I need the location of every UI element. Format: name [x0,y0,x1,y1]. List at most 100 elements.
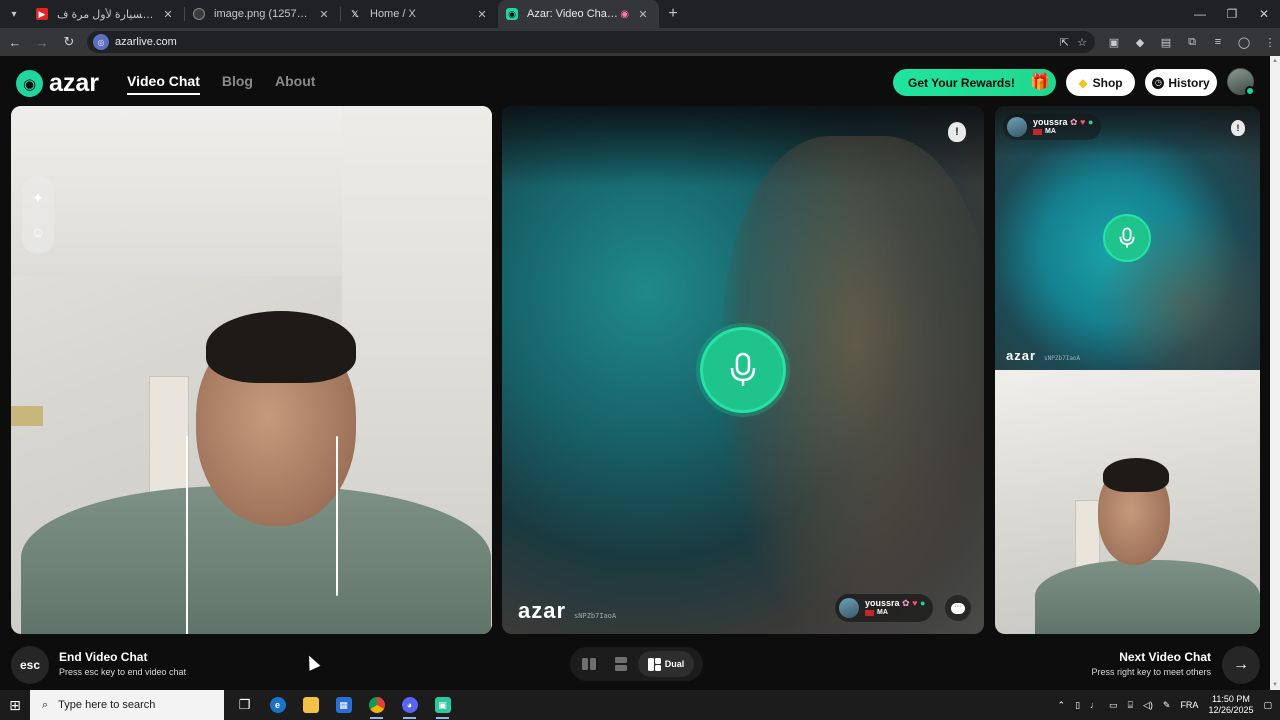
watermark-logo: azar [518,598,567,623]
windows-start-icon[interactable]: ⊞ [0,697,30,714]
browser-toolbar: ← → ↻ ◎ azarlive.com ⇱ ☆ ▣ ◆ ▤ ⧉ ≡ ◯ ⋮ [0,28,1280,56]
notification-icon[interactable]: ▢ [1263,700,1272,711]
tab-close-icon[interactable]: ✕ [316,8,332,21]
chat-button[interactable]: ··· [945,595,971,621]
browser-tab[interactable]: ▶ فيرونيكا ساقة السيارة لأول مرة ف ✕ [28,0,184,28]
puzzle-icon[interactable]: ⧉ [1185,36,1199,49]
new-tab-button[interactable]: + [659,5,687,23]
edge-icon[interactable]: e [265,690,290,720]
partner-country: MA [1045,128,1056,135]
reading-list-icon[interactable]: ≡ [1211,36,1225,49]
partner-name: youssra [1033,117,1068,127]
microphone-icon [730,352,756,386]
effects-toolbar: ✦ ☺ [22,176,54,254]
layout-side-by-side-button[interactable] [574,651,604,677]
layout-switcher: Dual [570,647,703,681]
bookmark-star-icon[interactable]: ☆ [1077,36,1087,49]
face-filter-icon[interactable]: ☺ [31,224,45,240]
reload-icon[interactable]: ↻ [57,34,81,50]
close-window-icon[interactable]: ✕ [1248,7,1280,21]
omnibox-actions: ⇱ ☆ [1060,36,1095,49]
tab-close-icon[interactable]: ✕ [635,8,651,21]
profile-avatar[interactable] [1227,68,1255,96]
heart-badge-icon: ♥ [1080,117,1086,127]
tab-close-icon[interactable]: ✕ [474,8,490,21]
taskbar-time: 11:50 PM [1212,694,1250,704]
tray-mic-icon[interactable]: ♩ [1090,700,1099,710]
browser-tab[interactable]: image.png (1257×712) ✕ [185,0,340,28]
partner-user-chip-small[interactable]: youssra ✿ ♥ ● MA [1003,114,1102,140]
history-button[interactable]: ◷ History [1145,69,1217,96]
azar-logo[interactable]: ◉ azar [16,69,99,98]
tray-device-icon[interactable]: ▯ [1075,700,1080,711]
browser-tab-active[interactable]: ◉ Azar: Video Chat with New ◉ ✕ [498,0,659,28]
partner-avatar [839,598,859,618]
browser-tab[interactable]: 𝕏 Home / X ✕ [341,0,498,28]
partner-name-line: youssra ✿ ♥ ● [865,598,925,608]
shop-button[interactable]: ◆ Shop [1066,69,1135,96]
partner-name: youssra [865,598,900,608]
sparkle-effects-icon[interactable]: ✦ [32,190,44,207]
next-chat-title: Next Video Chat [1119,650,1211,664]
tab-title: Azar: Video Chat with New [527,8,621,20]
partner-video-small: youssra ✿ ♥ ● MA ! azar sNPZb7IaoA [995,106,1260,370]
tab-title: Home / X [370,8,416,20]
store-icon[interactable]: ▦ [331,690,356,720]
task-view-icon[interactable]: ❐ [232,690,257,720]
tab-title: image.png (1257×712) [214,8,310,20]
end-chat-button[interactable]: esc [11,646,49,684]
tray-expand-icon[interactable]: ⌃ [1058,700,1066,711]
extension-icon[interactable]: ▤ [1159,36,1173,49]
taskbar-search[interactable]: ⌕ Type here to search [30,690,224,720]
address-bar[interactable]: ◎ azarlive.com ⇱ ☆ [87,31,1095,53]
minimize-icon[interactable]: — [1184,7,1216,21]
file-explorer-icon[interactable] [298,690,323,720]
report-shield-icon[interactable]: ! [948,122,966,142]
translate-icon[interactable]: ▣ [1107,36,1121,49]
flower-badge-icon: ✿ [1070,117,1078,127]
chrome-icon[interactable] [364,690,389,720]
person-hair [206,311,356,383]
next-chat-button[interactable]: → [1222,646,1260,684]
self-video-large [11,106,492,634]
next-chat-hint: Next Video Chat Press right key to meet … [1091,650,1211,677]
tab-search-icon[interactable]: ▾ [0,0,28,28]
cast-icon[interactable]: ⇱ [1060,36,1069,49]
watermark-id: sNPZb7IaoA [574,612,617,620]
android-app-icon[interactable]: ▣ [430,690,455,720]
nav-blog[interactable]: Blog [222,73,253,95]
restore-icon[interactable]: ❐ [1216,7,1248,21]
forward-icon[interactable]: → [30,35,54,50]
morocco-flag-icon [865,610,874,616]
azar-watermark: azar sNPZb7IaoA [1006,348,1080,363]
profile-icon[interactable]: ◯ [1237,36,1251,49]
tab-close-icon[interactable]: ✕ [160,8,176,21]
tray-pen-icon[interactable]: ✎ [1163,700,1171,711]
nav-video-chat[interactable]: Video Chat [127,73,200,95]
tray-volume-icon[interactable]: ◁) [1143,700,1153,711]
partner-video-large: ! azar sNPZb7IaoA youssra ✿ ♥ ● MA ··· [502,106,984,634]
site-info-icon[interactable]: ◎ [93,34,109,50]
gem-icon: ◆ [1078,75,1088,90]
layout-dual-button[interactable]: Dual [638,651,694,677]
earphone-cable [336,436,338,596]
scroll-up-icon[interactable]: ▲ [1272,58,1278,64]
menu-dots-icon[interactable]: ⋮ [1263,36,1277,49]
partner-user-chip[interactable]: youssra ✿ ♥ ● MA [835,594,934,622]
report-shield-icon[interactable]: ! [1231,120,1245,136]
chat-bubble-icon: ··· [951,602,965,614]
extension-icon[interactable]: ◆ [1133,36,1147,49]
back-icon[interactable]: ← [3,35,27,50]
tray-network-icon[interactable]: ⌸ [1128,700,1133,711]
taskbar-clock[interactable]: 11:50 PM 12/26/2025 [1208,694,1253,716]
taskbar-date: 12/26/2025 [1208,705,1254,715]
rewards-button[interactable]: Get Your Rewards! 🎁 [893,69,1056,96]
watermark-logo: azar [1006,348,1037,363]
nav-about[interactable]: About [275,73,315,95]
page-scrollbar[interactable]: ▲ ▼ [1270,56,1280,690]
discord-icon[interactable]: ◕ [397,690,422,720]
language-indicator[interactable]: FRA [1180,700,1198,710]
tray-battery-icon[interactable]: ▭ [1109,700,1118,711]
layout-stacked-button[interactable] [606,651,636,677]
scroll-down-icon[interactable]: ▼ [1272,682,1278,688]
